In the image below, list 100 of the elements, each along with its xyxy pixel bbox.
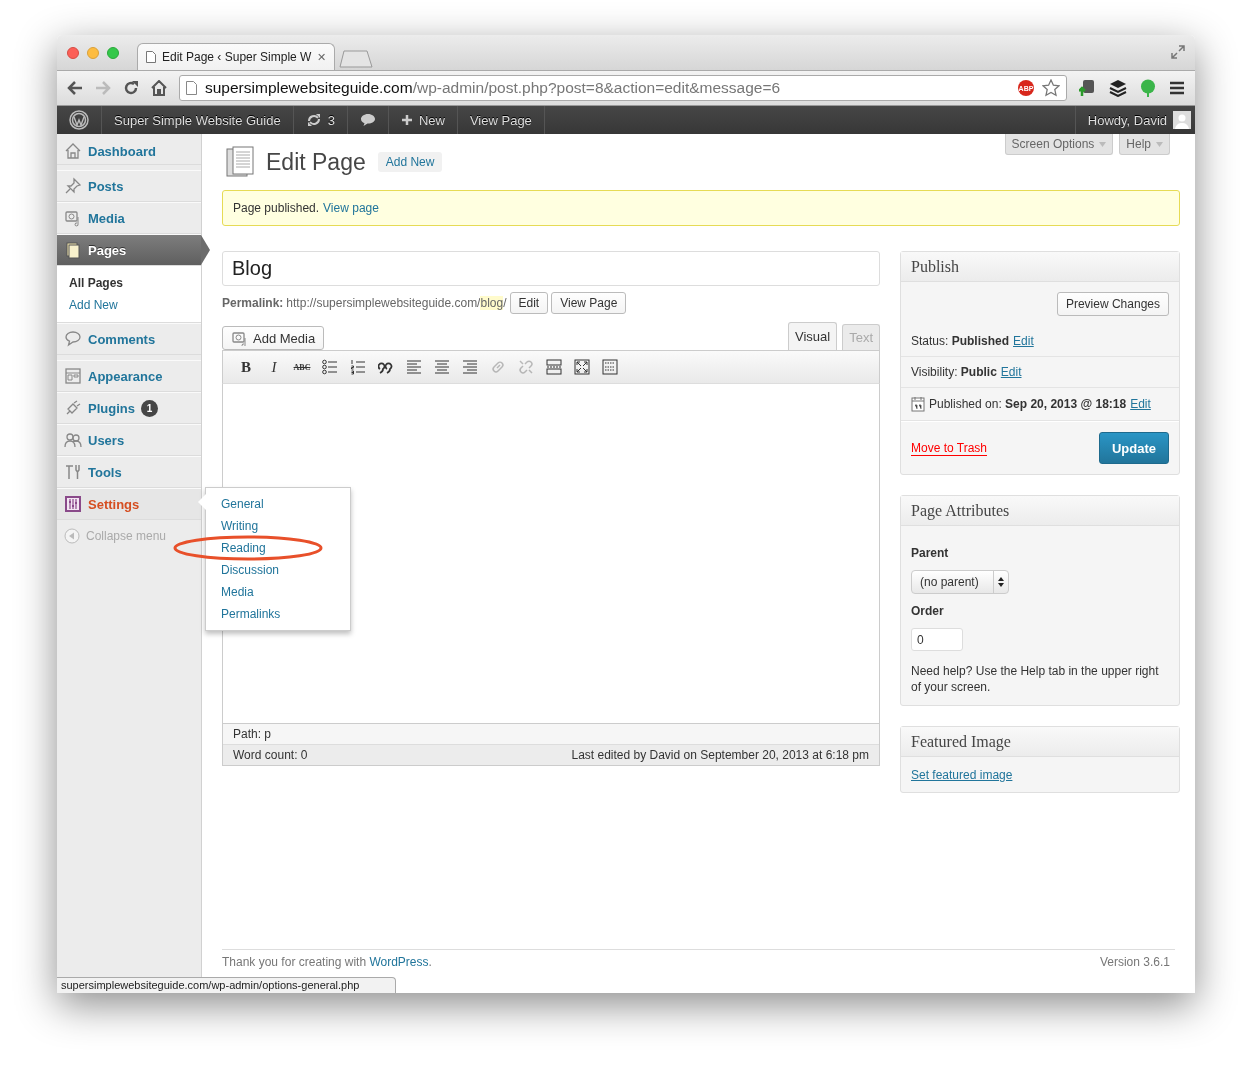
add-new-button[interactable]: Add New [377, 152, 443, 172]
permalink-url[interactable]: http://supersimplewebsiteguide.com/blog/ [286, 296, 507, 310]
last-edited-text: Last edited by David on September 20, 2013 at 6:18 pm [571, 748, 869, 762]
publish-info: Published on: Sep 20, 2013 @ 18:18 [929, 397, 1127, 411]
zoom-window-icon[interactable] [107, 46, 119, 59]
box-title: Publish [901, 252, 1179, 282]
wordpress-link[interactable]: WordPress [369, 955, 429, 969]
permalink-label: Permalink: [222, 296, 284, 310]
align-center-icon[interactable] [434, 359, 450, 375]
caret-icon [1099, 141, 1107, 147]
field-label: Order [911, 604, 945, 618]
read-more-icon[interactable] [546, 359, 562, 375]
wordpress-logo-icon[interactable] [69, 110, 89, 130]
align-left-icon[interactable] [406, 359, 422, 375]
submenu-item[interactable]: All Pages [69, 272, 201, 294]
browser-tab[interactable]: Edit Page ‹ Super Simple W ✕ [137, 43, 336, 70]
plug-icon [64, 399, 82, 417]
layout-icon [64, 367, 82, 385]
order-field[interactable]: 0 [911, 628, 963, 651]
menu-item[interactable]: Plugins 1 [57, 392, 201, 424]
extension-icon[interactable] [1079, 79, 1097, 97]
help-text: Need help? Use the Help tab in the upper right of your screen. [911, 663, 1160, 695]
updown-arrows-icon [997, 577, 1004, 587]
fullscreen-icon[interactable] [574, 359, 590, 375]
numbered-list-icon[interactable] [350, 359, 366, 375]
submenu-item[interactable]: Permalinks [206, 603, 350, 625]
submenu-item[interactable]: Reading [206, 537, 350, 559]
parent-select[interactable]: (no parent) [911, 570, 1009, 594]
page-icon [146, 51, 156, 63]
toolbar-toggle-icon[interactable] [602, 359, 618, 375]
left-arrow-circle-icon [64, 528, 80, 544]
users-icon [64, 431, 82, 449]
tools-icon [64, 463, 82, 481]
path-text: Path: p [223, 724, 879, 745]
edit-link[interactable]: Edit [1130, 397, 1151, 411]
status-bubble: supersimplewebsiteguide.com/wp-admin/options-general.php [57, 977, 397, 993]
box-title: Featured Image [901, 727, 1179, 757]
comment-icon[interactable] [359, 113, 376, 127]
menu-item[interactable]: Users [57, 424, 201, 456]
publish-info: Visibility: Public [911, 365, 997, 379]
screen-meta-tab[interactable]: Screen Options [1004, 134, 1114, 155]
editor-tab[interactable]: Visual [787, 322, 838, 350]
permalink-button[interactable]: Edit [509, 292, 549, 314]
caret-icon [1156, 141, 1163, 147]
menu-item[interactable]: Media [57, 202, 201, 234]
menu-icon[interactable] [1169, 81, 1185, 95]
layers-icon[interactable] [1109, 79, 1127, 97]
submenu-item[interactable]: Discussion [206, 559, 350, 581]
notice-text: Page published. [233, 201, 320, 215]
bulleted-list-icon[interactable] [322, 359, 338, 375]
star-icon[interactable] [1042, 79, 1060, 97]
align-right-icon[interactable] [462, 359, 478, 375]
submenu-item[interactable]: Add New [69, 294, 201, 316]
sliders-icon [64, 495, 82, 513]
home-icon [64, 142, 82, 160]
pages-icon [64, 241, 82, 259]
speech-bubble-icon [64, 330, 82, 348]
avatar-icon [1173, 111, 1191, 129]
home-icon[interactable] [151, 80, 167, 96]
set-featured-image-link[interactable]: Set featured image [911, 768, 1013, 782]
reload-icon[interactable] [123, 80, 139, 96]
edit-link[interactable]: Edit [1000, 365, 1022, 379]
format-button[interactable]: B [233, 356, 259, 378]
page-title: Edit Page [266, 148, 366, 176]
footer-text: Thank you for creating with WordPress. [222, 955, 432, 969]
move-to-trash-link[interactable]: Move to Trash [911, 440, 988, 456]
menu-item[interactable]: Dashboard [57, 138, 201, 165]
screen-meta-tab[interactable]: Help [1119, 134, 1170, 155]
balloon-icon[interactable] [1139, 79, 1157, 97]
submenu-item[interactable]: General [206, 493, 350, 515]
title-field[interactable]: Blog [222, 251, 880, 286]
format-button[interactable]: ABC [289, 356, 315, 378]
menu-item[interactable]: Posts [57, 170, 201, 202]
calendar-icon [911, 396, 925, 412]
edit-link[interactable]: Edit [1013, 334, 1034, 348]
view-page-link[interactable]: View page [323, 201, 379, 215]
menu-item[interactable]: Comments [57, 323, 201, 355]
back-arrow-icon[interactable] [67, 81, 83, 95]
update-button[interactable]: Update [1098, 432, 1169, 464]
pushpin-icon [64, 177, 82, 195]
count-badge: 1 [140, 399, 158, 417]
version-text: Version 3.6.1 [1099, 955, 1170, 969]
refresh-icon [305, 113, 322, 127]
page-icon [186, 81, 197, 95]
camera-icon [64, 209, 82, 227]
format-button[interactable]: I [261, 356, 287, 378]
submenu-item[interactable]: Media [206, 581, 350, 603]
preview-button[interactable]: Preview Changes [1056, 292, 1169, 316]
publish-info: Status: Published [911, 334, 1010, 348]
add-media-button[interactable]: Add Media [222, 326, 325, 350]
camera-icon [231, 330, 247, 346]
word-count: Word count: 0 [233, 748, 308, 762]
menu-item[interactable]: Appearance [57, 360, 201, 392]
close-window-icon[interactable] [67, 46, 79, 59]
plus-icon [400, 114, 413, 126]
close-tab-button[interactable]: ✕ [317, 50, 327, 64]
submenu-item[interactable]: Writing [206, 515, 350, 537]
field-label: Parent [911, 546, 950, 560]
permalink-button[interactable]: View Page [551, 292, 627, 314]
box-title: Page Attributes [901, 496, 1179, 526]
